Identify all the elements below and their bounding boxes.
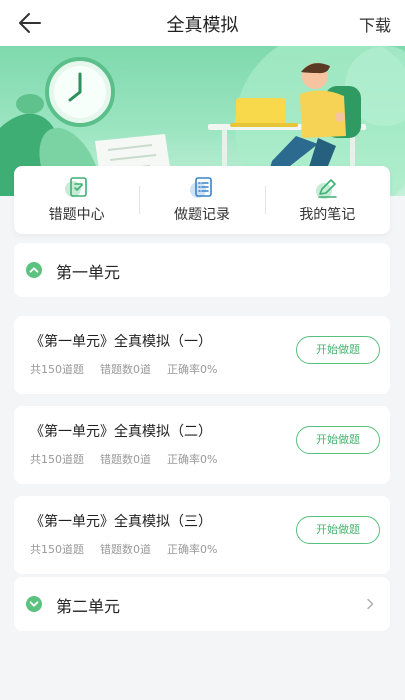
practice-records-button[interactable]: 做题记录 [139, 166, 264, 234]
question-count: 共150道题 [30, 453, 84, 466]
collapse-icon [26, 262, 42, 278]
wrong-count: 错题数0道 [100, 363, 151, 376]
notes-icon [316, 179, 338, 199]
question-count: 共150道题 [30, 363, 84, 376]
my-notes-button[interactable]: 我的笔记 [264, 166, 390, 234]
back-arrow-icon[interactable] [16, 10, 44, 36]
exam-card: 《第一单元》全真模拟（一） 共150道题 错题数0道 正确率0% 开始做题 [14, 316, 390, 394]
my-notes-label: 我的笔记 [299, 207, 356, 223]
mistakes-center-label: 错题中心 [48, 207, 105, 223]
exam-stats: 共150道题 错题数0道 正确率0% [30, 361, 217, 377]
records-icon [189, 177, 212, 198]
exam-stats: 共150道题 错题数0道 正确率0% [30, 451, 217, 467]
mistakes-center-button[interactable]: 错题中心 [14, 166, 139, 234]
start-practice-button[interactable]: 开始做题 [296, 336, 380, 364]
exam-stats: 共150道题 错题数0道 正确率0% [30, 541, 217, 557]
expand-icon [26, 596, 42, 612]
accuracy-rate: 正确率0% [167, 543, 218, 556]
exam-card: 《第一单元》全真模拟（二） 共150道题 错题数0道 正确率0% 开始做题 [14, 406, 390, 484]
unit-header[interactable]: 第二单元 [14, 577, 390, 631]
accuracy-rate: 正确率0% [167, 363, 218, 376]
unit-title: 第二单元 [56, 597, 121, 616]
navigation-bar: 全真模拟 下载 [0, 0, 405, 46]
start-practice-button[interactable]: 开始做题 [296, 516, 380, 544]
practice-records-label: 做题记录 [173, 207, 230, 223]
unit-title: 第一单元 [56, 263, 121, 282]
exam-title: 《第一单元》全真模拟（三） [30, 514, 212, 530]
accuracy-rate: 正确率0% [167, 453, 218, 466]
exam-title: 《第一单元》全真模拟（一） [30, 334, 212, 350]
start-practice-button[interactable]: 开始做题 [296, 426, 380, 454]
clock-icon [45, 57, 115, 127]
wrong-count: 错题数0道 [100, 543, 151, 556]
exam-title: 《第一单元》全真模拟（二） [30, 424, 212, 440]
chevron-right-icon [367, 598, 374, 610]
quick-links-card: 错题中心 做题记录 我的笔记 [14, 166, 390, 234]
question-count: 共150道题 [30, 543, 84, 556]
exam-card: 《第一单元》全真模拟（三） 共150道题 错题数0道 正确率0% 开始做题 [14, 496, 390, 574]
page-title: 全真模拟 [166, 15, 239, 36]
mistakes-icon [64, 177, 87, 197]
download-button[interactable]: 下载 [359, 12, 391, 36]
wrong-count: 错题数0道 [100, 453, 151, 466]
unit-header[interactable]: 第一单元 [14, 243, 390, 297]
